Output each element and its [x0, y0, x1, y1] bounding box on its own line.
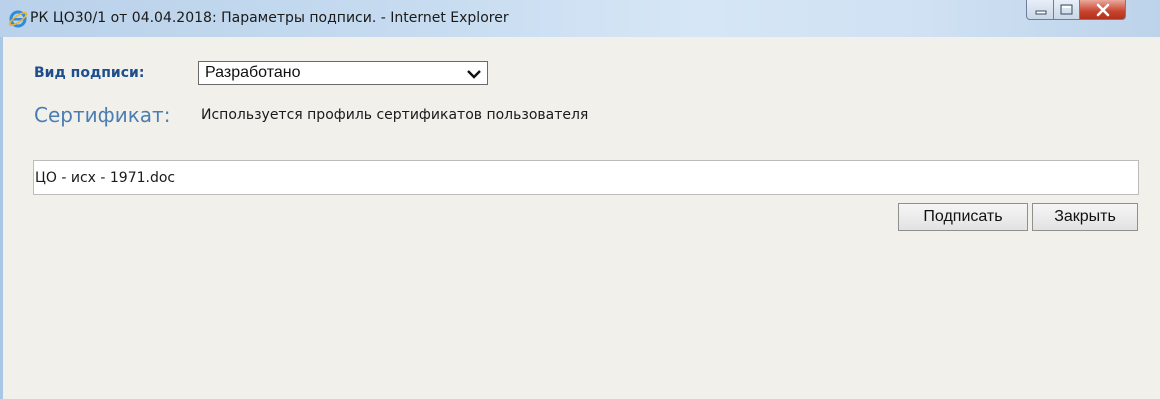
- maximize-button[interactable]: [1054, 0, 1080, 20]
- minimize-button[interactable]: [1026, 0, 1054, 20]
- title-bar[interactable]: РК ЦО30/1 от 04.04.2018: Параметры подпи…: [0, 0, 1160, 37]
- signature-params-window: РК ЦО30/1 от 04.04.2018: Параметры подпи…: [0, 0, 1160, 399]
- document-name: ЦО - исх - 1971.doc: [35, 170, 176, 186]
- signature-type-select[interactable]: Разработано: [198, 61, 488, 85]
- maximize-icon: [1060, 4, 1073, 15]
- sign-button[interactable]: Подписать: [898, 203, 1028, 231]
- chevron-down-icon: [467, 70, 481, 79]
- signature-type-value: Разработано: [205, 64, 301, 81]
- certificate-value: Используется профиль сертификатов пользо…: [201, 107, 589, 123]
- internet-explorer-icon: [8, 10, 28, 28]
- signature-type-label: Вид подписи:: [34, 65, 145, 81]
- close-button[interactable]: Закрыть: [1032, 203, 1138, 231]
- window-title: РК ЦО30/1 от 04.04.2018: Параметры подпи…: [30, 10, 509, 26]
- minimize-icon: [1035, 10, 1047, 15]
- close-window-button[interactable]: [1080, 0, 1126, 20]
- document-field[interactable]: ЦО - исх - 1971.doc: [33, 160, 1139, 195]
- close-icon: [1096, 3, 1110, 17]
- certificate-label: Сертификат:: [34, 103, 171, 127]
